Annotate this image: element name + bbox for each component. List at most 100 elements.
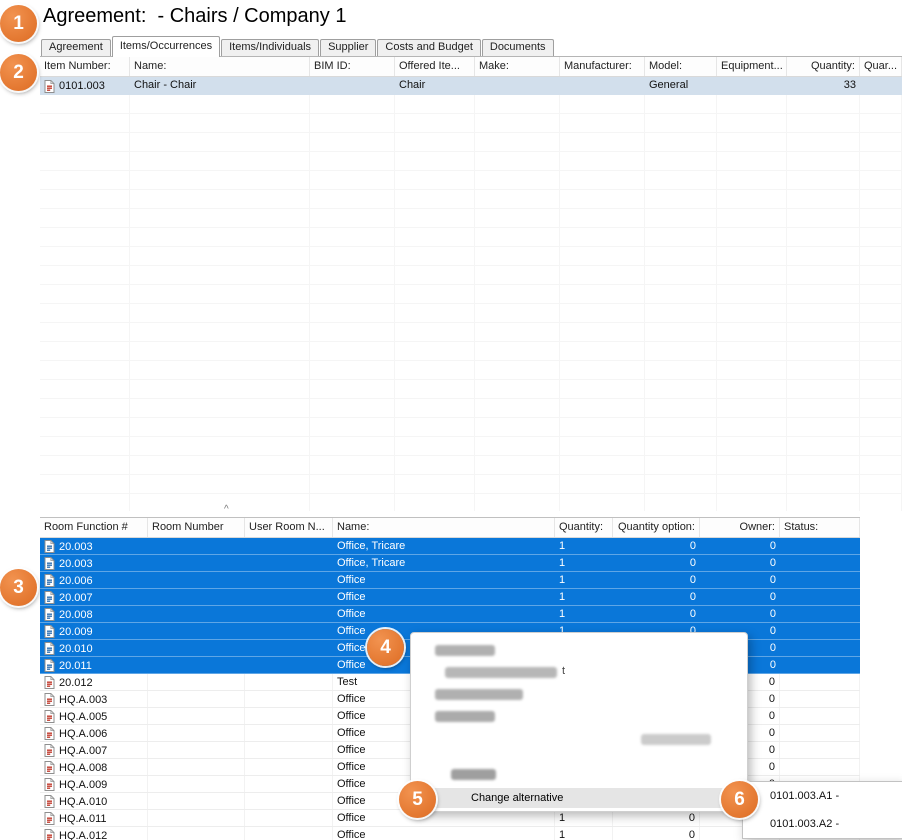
empty-grid-row [40, 475, 902, 494]
column-header-status[interactable]: Status: [780, 518, 860, 537]
column-header-bim-id[interactable]: BIM ID: [310, 57, 395, 76]
document-icon [44, 676, 55, 689]
empty-grid-row [40, 323, 902, 342]
tab-items-individuals[interactable]: Items/Individuals [221, 39, 319, 56]
column-header-quar[interactable]: Quar... [860, 57, 902, 76]
room-row[interactable]: 20.003Office, Tricare100 [40, 538, 860, 555]
tab-supplier[interactable]: Supplier [320, 39, 376, 56]
menu-item-change-alternative[interactable]: Change alternative [414, 788, 744, 808]
menu-item-redacted[interactable] [435, 711, 495, 722]
empty-grid-row [40, 456, 902, 475]
tab-items-occurrences[interactable]: Items/Occurrences [112, 36, 220, 57]
sort-indicator-icon: ^ [224, 504, 229, 515]
column-header-model[interactable]: Model: [645, 57, 717, 76]
room-row[interactable]: 20.008Office100 [40, 606, 860, 623]
column-header-make[interactable]: Make: [475, 57, 560, 76]
room-function-number: 20.003 [59, 557, 93, 571]
room-row[interactable]: 20.003Office, Tricare100 [40, 555, 860, 572]
room-function-number: HQ.A.008 [59, 761, 107, 775]
item-row[interactable]: 0101.003Chair - ChairChairGeneral33 [40, 77, 902, 95]
document-icon [44, 574, 55, 587]
room-function-number: 20.006 [59, 574, 93, 588]
empty-grid-row [40, 285, 902, 304]
context-submenu: 0101.003.A1 -0101.003.A2 - [742, 781, 902, 839]
empty-grid-row [40, 304, 902, 323]
tab-documents[interactable]: Documents [482, 39, 554, 56]
menu-item-text-fragment: t [562, 665, 565, 677]
item-number: 0101.003 [59, 80, 105, 92]
empty-grid-row [40, 114, 902, 133]
room-function-number: 20.010 [59, 642, 93, 656]
bottom-table-header-row: Room Function #Room NumberUser Room N...… [40, 518, 860, 538]
room-function-number: 20.008 [59, 608, 93, 622]
room-function-number: HQ.A.007 [59, 744, 107, 758]
column-header-owner[interactable]: Owner: [700, 518, 780, 537]
menu-item-redacted[interactable] [451, 769, 496, 780]
document-icon [44, 761, 55, 774]
room-function-number: HQ.A.005 [59, 710, 107, 724]
document-icon [44, 727, 55, 740]
empty-grid-row [40, 418, 902, 437]
column-header-room-number[interactable]: Room Number [148, 518, 245, 537]
room-function-number: 20.009 [59, 625, 93, 639]
menu-item-redacted[interactable] [445, 667, 557, 678]
room-row[interactable]: HQ.A.012Office10 [40, 827, 860, 840]
menu-item-redacted[interactable] [435, 689, 523, 700]
room-function-number: HQ.A.003 [59, 693, 107, 707]
room-function-number: 20.012 [59, 676, 93, 690]
empty-grid-row [40, 361, 902, 380]
menu-item-redacted[interactable] [435, 645, 495, 656]
page-title: Agreement: - Chairs / Company 1 [43, 5, 346, 28]
empty-grid-row [40, 228, 902, 247]
column-header-quantity[interactable]: Quantity: [555, 518, 613, 537]
menu-item-redacted[interactable] [641, 734, 711, 745]
column-header-quantity[interactable]: Quantity: [787, 57, 860, 76]
room-function-number: HQ.A.009 [59, 778, 107, 792]
empty-grid-row [40, 247, 902, 266]
empty-grid-row [40, 494, 902, 511]
empty-grid-row [40, 152, 902, 171]
submenu-item-0101-003-a2[interactable]: 0101.003.A2 - [743, 810, 902, 838]
submenu-item-0101-003-a1[interactable]: 0101.003.A1 - [743, 782, 902, 810]
column-header-manufacturer[interactable]: Manufacturer: [560, 57, 645, 76]
column-header-room-function[interactable]: Room Function # [40, 518, 148, 537]
column-header-quantity-option[interactable]: Quantity option: [613, 518, 700, 537]
document-icon [44, 608, 55, 621]
empty-grid-row [40, 95, 902, 114]
column-header-name[interactable]: Name: [333, 518, 555, 537]
room-function-number: HQ.A.006 [59, 727, 107, 741]
empty-grid-row [40, 266, 902, 285]
context-menu: t Change alternative [410, 632, 748, 812]
column-header-item-number[interactable]: Item Number: [40, 57, 130, 76]
column-header-user-room-n[interactable]: User Room N... [245, 518, 333, 537]
document-icon [44, 80, 55, 93]
tab-costs-and-budget[interactable]: Costs and Budget [377, 39, 480, 56]
room-function-number: 20.011 [59, 659, 92, 673]
document-icon [44, 744, 55, 757]
document-icon [44, 812, 55, 825]
empty-grid-row [40, 209, 902, 228]
room-row[interactable]: 20.006Office100 [40, 572, 860, 589]
document-icon [44, 557, 55, 570]
document-icon [44, 710, 55, 723]
callout-badge-2: 2 [0, 54, 37, 91]
column-header-offered-ite[interactable]: Offered Ite... [395, 57, 475, 76]
column-header-equipment[interactable]: Equipment... [717, 57, 787, 76]
column-header-name[interactable]: Name: [130, 57, 310, 76]
empty-grid-row [40, 342, 902, 361]
room-function-number: HQ.A.011 [59, 812, 107, 826]
empty-grid-row [40, 437, 902, 456]
document-icon [44, 795, 55, 808]
tab-agreement[interactable]: Agreement [41, 39, 111, 56]
callout-badge-4: 4 [367, 629, 404, 666]
callout-badge-3: 3 [0, 569, 37, 606]
document-icon [44, 540, 55, 553]
room-function-number: HQ.A.010 [59, 795, 107, 809]
document-icon [44, 829, 55, 840]
room-function-number: HQ.A.012 [59, 829, 107, 840]
room-function-number: 20.007 [59, 591, 93, 605]
tab-bar: AgreementItems/OccurrencesItems/Individu… [41, 36, 555, 56]
document-icon [44, 591, 55, 604]
room-function-number: 20.003 [59, 540, 93, 554]
room-row[interactable]: 20.007Office100 [40, 589, 860, 606]
